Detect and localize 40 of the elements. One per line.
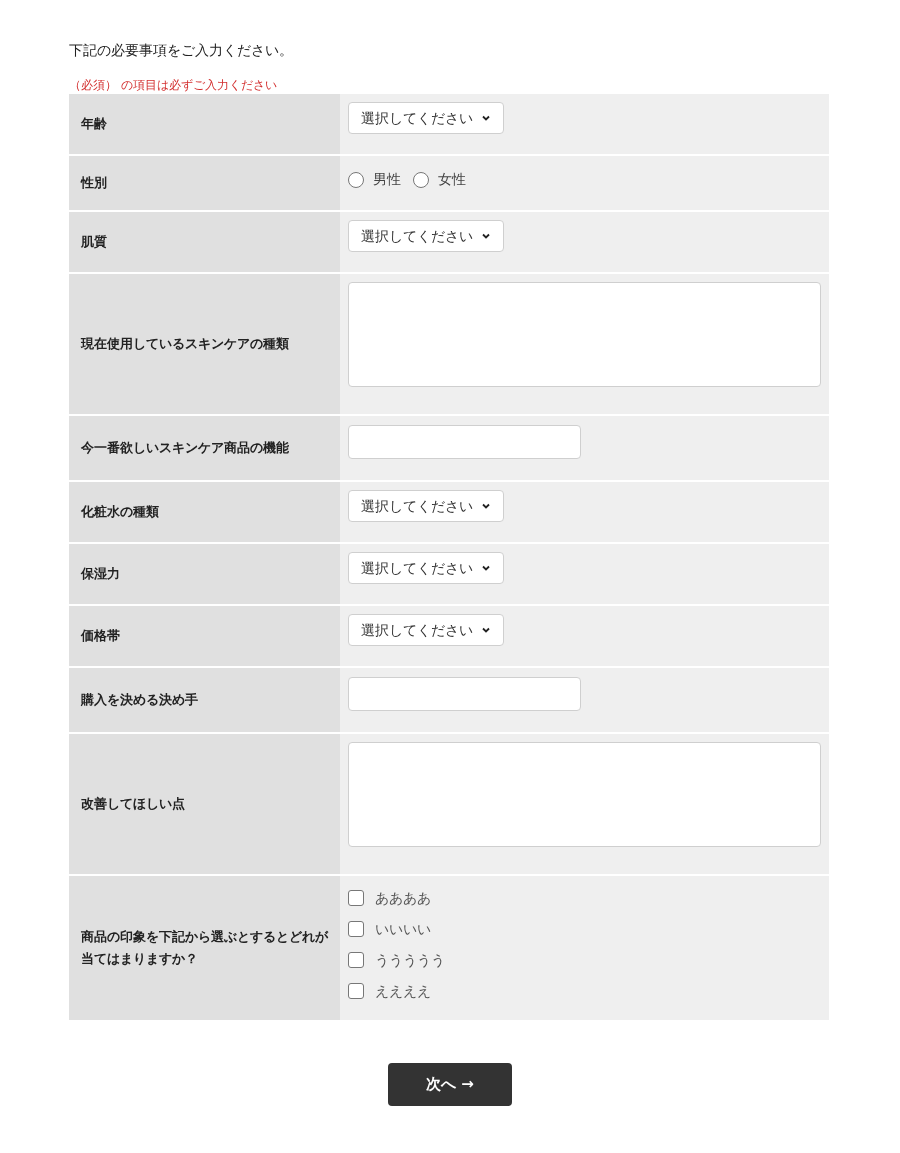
select-field[interactable]: 選択してください [348, 614, 504, 646]
field-label: 商品の印象を下記から選ぶとするとどれが当てはまりますか？ [81, 928, 328, 968]
field-label: 化粧水の種類 [81, 503, 159, 521]
radio-button[interactable] [348, 171, 364, 188]
field-label: 改善してほしい点 [81, 795, 185, 813]
intro-text: 下記の必要事項をご入力ください。 [69, 41, 294, 60]
chevron-down-icon [481, 563, 491, 573]
field-label: 価格帯 [81, 627, 120, 645]
input-field[interactable] [348, 677, 581, 711]
checkbox[interactable] [348, 983, 364, 999]
checkbox-label: ううううう [375, 950, 445, 970]
textarea-field[interactable] [348, 282, 821, 387]
required-note: （必須） の項目は必ずご入力ください [69, 79, 278, 91]
checkbox-label: ええええ [375, 981, 431, 1001]
checkbox[interactable] [348, 890, 364, 906]
field-label: 年齢 [81, 115, 107, 133]
select-field[interactable]: 選択してください [348, 102, 504, 134]
field-label: 性別 [81, 174, 107, 192]
field-label: 保湿力 [81, 565, 120, 583]
checkbox-label: いいいい [375, 919, 431, 939]
radio-label: 男性 [373, 170, 401, 189]
textarea-field[interactable] [348, 742, 821, 847]
checkbox-label: ああああ [375, 888, 431, 908]
field-label: 肌質 [81, 233, 107, 251]
checkbox[interactable] [348, 952, 364, 968]
chevron-down-icon [481, 113, 491, 123]
radio-label: 女性 [438, 170, 466, 189]
input-field[interactable] [348, 425, 581, 459]
chevron-down-icon [481, 625, 491, 635]
select-field[interactable]: 選択してください [348, 552, 504, 584]
field-label: 今一番欲しいスキンケア商品の機能 [81, 439, 289, 457]
radio-button[interactable] [413, 171, 429, 188]
select-field[interactable]: 選択してください [348, 220, 504, 252]
chevron-down-icon [481, 231, 491, 241]
chevron-down-icon [481, 501, 491, 511]
field-label: 現在使用しているスキンケアの種類 [81, 335, 289, 353]
select-field[interactable]: 選択してください [348, 490, 504, 522]
next-button[interactable]: 次へ → [388, 1063, 512, 1106]
field-label: 購入を決める決め手 [81, 691, 198, 709]
checkbox[interactable] [348, 921, 364, 937]
